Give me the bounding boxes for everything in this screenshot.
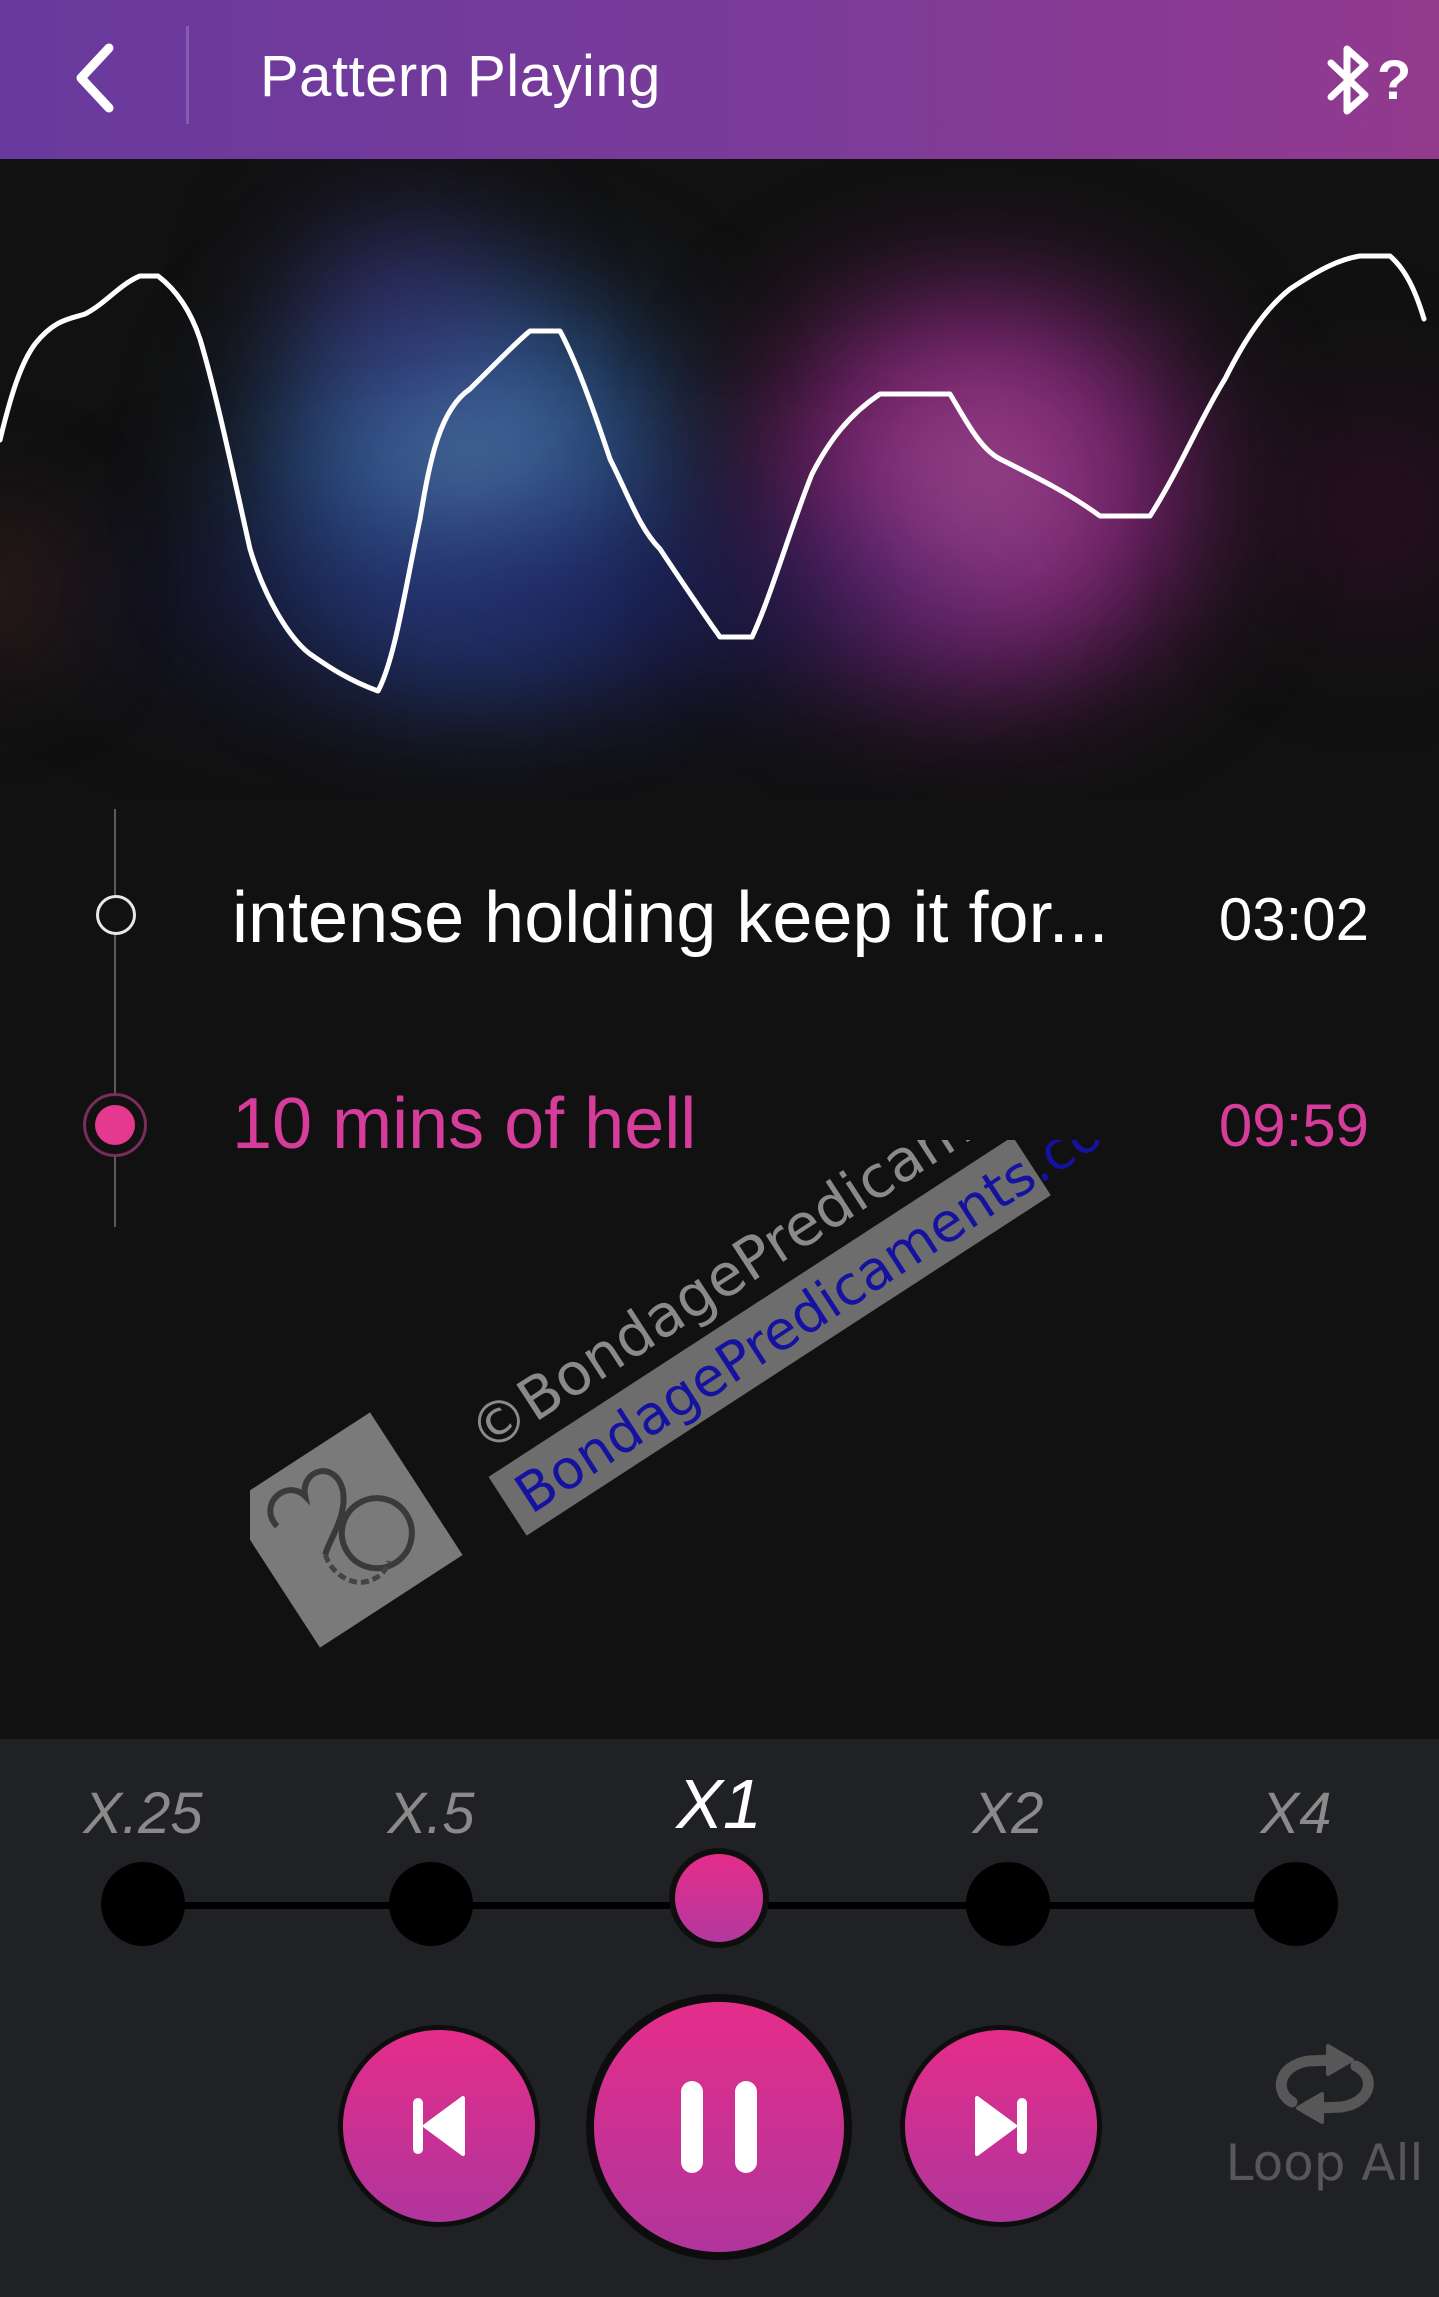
bluetooth-icon — [1327, 45, 1369, 115]
speed-knob — [389, 1862, 473, 1946]
back-button[interactable] — [55, 38, 135, 118]
skip-next-icon — [975, 2096, 1027, 2156]
track-item-playing[interactable]: 10 mins of hell 09:59 — [0, 1050, 1439, 1190]
speed-knob-selected — [675, 1854, 763, 1942]
pause-button[interactable] — [594, 2002, 844, 2252]
pattern-visualizer — [0, 159, 1439, 799]
track-item[interactable]: intense holding keep it for... 03:02 — [0, 844, 1439, 984]
speed-option-x1[interactable]: X1 — [639, 1769, 799, 1969]
pattern-waveform — [0, 253, 1427, 694]
speed-option-x2[interactable]: X2 — [928, 1779, 1088, 1969]
player-controls-panel: X.25 X.5 X1 X2 X4 Loop All — [0, 1739, 1439, 2297]
header-divider — [186, 26, 189, 124]
help-icon: ? — [1377, 48, 1412, 111]
loop-all-button[interactable]: Loop All — [1222, 2044, 1427, 2214]
track-name: 10 mins of hell — [232, 1084, 697, 1164]
repeat-icon — [1275, 2044, 1374, 2124]
speed-selector: X.25 X.5 X1 X2 X4 — [0, 1739, 1439, 1969]
track-name: intense holding keep it for... — [232, 878, 1109, 958]
speed-option-x025[interactable]: X.25 — [63, 1779, 223, 1969]
speed-knob — [101, 1862, 185, 1946]
speed-label: X.5 — [387, 1781, 475, 1846]
track-duration: 09:59 — [1218, 1092, 1369, 1159]
speed-label: X2 — [972, 1781, 1044, 1846]
page-title: Pattern Playing — [260, 44, 661, 109]
speed-knob — [966, 1862, 1050, 1946]
track-status-dot — [96, 895, 136, 935]
bluetooth-help-button[interactable]: ? — [1325, 35, 1435, 125]
app-header: Pattern Playing ? — [0, 0, 1439, 159]
waveform-line — [0, 253, 1427, 694]
speed-option-x05[interactable]: X.5 — [351, 1779, 511, 1969]
previous-button[interactable] — [343, 2030, 535, 2222]
skip-previous-icon — [413, 2096, 465, 2156]
chevron-left-icon — [76, 43, 114, 113]
loop-all-label: Loop All — [1225, 2134, 1424, 2192]
track-status-dot — [95, 1105, 135, 1145]
speed-knob — [1254, 1862, 1338, 1946]
track-list: intense holding keep it for... 03:02 10 … — [0, 799, 1439, 1739]
next-button[interactable] — [905, 2030, 1097, 2222]
pause-icon — [681, 2081, 757, 2173]
speed-label: X.25 — [83, 1781, 203, 1846]
speed-option-x4[interactable]: X4 — [1216, 1779, 1376, 1969]
track-duration: 03:02 — [1218, 886, 1369, 953]
speed-label: X4 — [1260, 1781, 1332, 1846]
speed-label: X1 — [676, 1765, 762, 1843]
